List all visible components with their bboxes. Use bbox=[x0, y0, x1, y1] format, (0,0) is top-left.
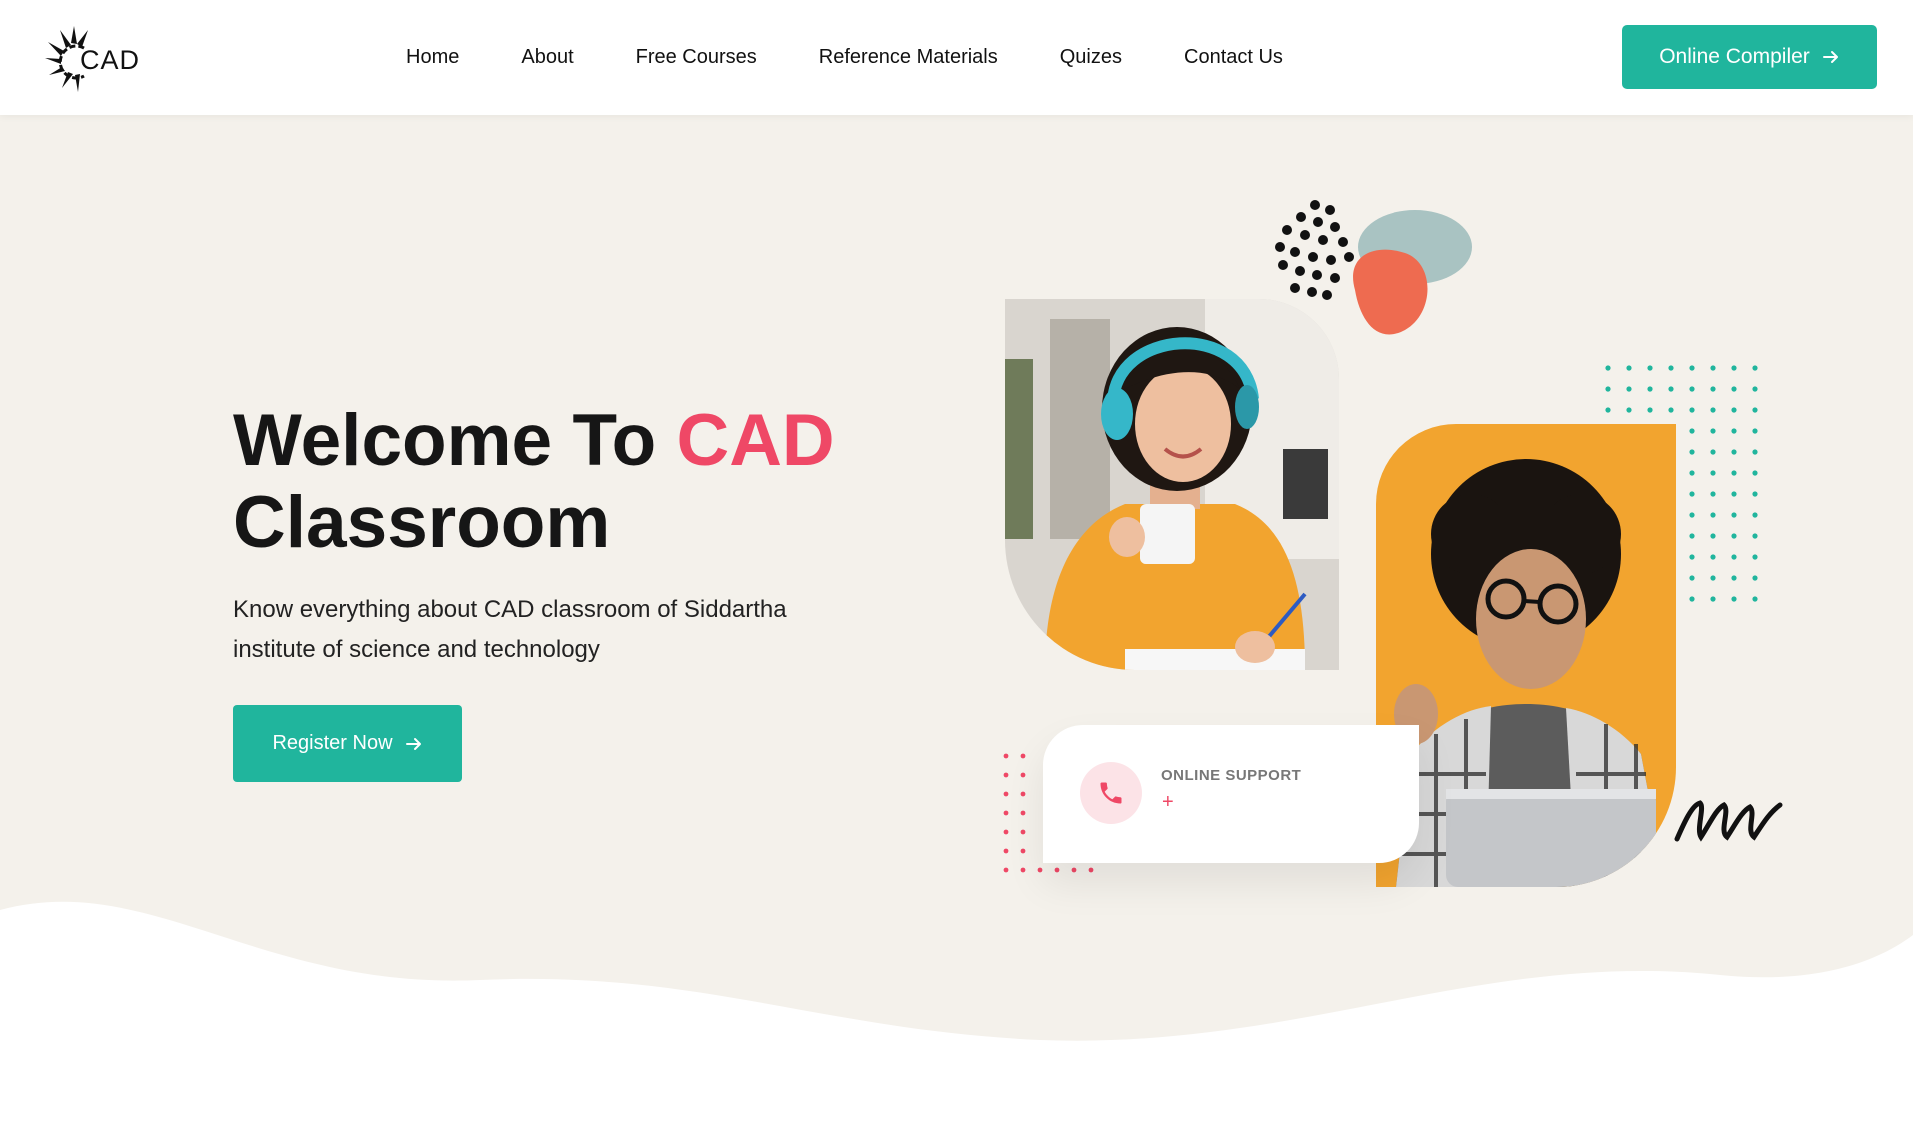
main-nav: Home About Free Courses Reference Materi… bbox=[406, 0, 1283, 115]
nav-free-courses[interactable]: Free Courses bbox=[636, 46, 757, 69]
page: CAD Home About Free Courses Reference Ma… bbox=[0, 0, 1913, 1139]
phone-icon bbox=[1100, 782, 1122, 804]
online-compiler-label: Online Compiler bbox=[1659, 45, 1810, 68]
squiggle-decoration bbox=[1674, 800, 1783, 842]
register-now-label: Register Now bbox=[272, 732, 393, 754]
online-support-value: + bbox=[1162, 791, 1174, 813]
wave-divider bbox=[0, 901, 1913, 1139]
online-support-card[interactable]: ONLINE SUPPORT + bbox=[1043, 725, 1419, 863]
hero-title: Welcome To CAD Classroom bbox=[233, 400, 835, 564]
hero-title-part2: Classroom bbox=[233, 482, 611, 563]
nav-contact-us[interactable]: Contact Us bbox=[1184, 46, 1283, 69]
student-laptop-image bbox=[1376, 424, 1676, 887]
nav-reference-materials[interactable]: Reference Materials bbox=[819, 46, 998, 69]
hero-title-part1: Welcome To bbox=[233, 400, 677, 481]
register-now-button[interactable]: Register Now bbox=[233, 705, 462, 782]
online-support-label: ONLINE SUPPORT bbox=[1161, 767, 1302, 784]
nav-quizes[interactable]: Quizes bbox=[1060, 46, 1122, 69]
hero-title-accent: CAD bbox=[676, 400, 835, 481]
nav-home[interactable]: Home bbox=[406, 46, 459, 69]
online-compiler-button[interactable]: Online Compiler bbox=[1622, 25, 1877, 89]
logo-text: CAD bbox=[80, 44, 141, 75]
arrow-right-icon bbox=[1822, 51, 1838, 63]
site-header: CAD Home About Free Courses Reference Ma… bbox=[0, 0, 1913, 115]
arrow-right-icon bbox=[405, 737, 421, 750]
hero-subtitle: Know everything about CAD classroom of S… bbox=[233, 596, 787, 663]
nav-about[interactable]: About bbox=[521, 46, 573, 69]
phone-icon-circle bbox=[1080, 762, 1142, 824]
student-headphones-image bbox=[1005, 299, 1339, 670]
logo[interactable]: CAD bbox=[44, 18, 154, 98]
